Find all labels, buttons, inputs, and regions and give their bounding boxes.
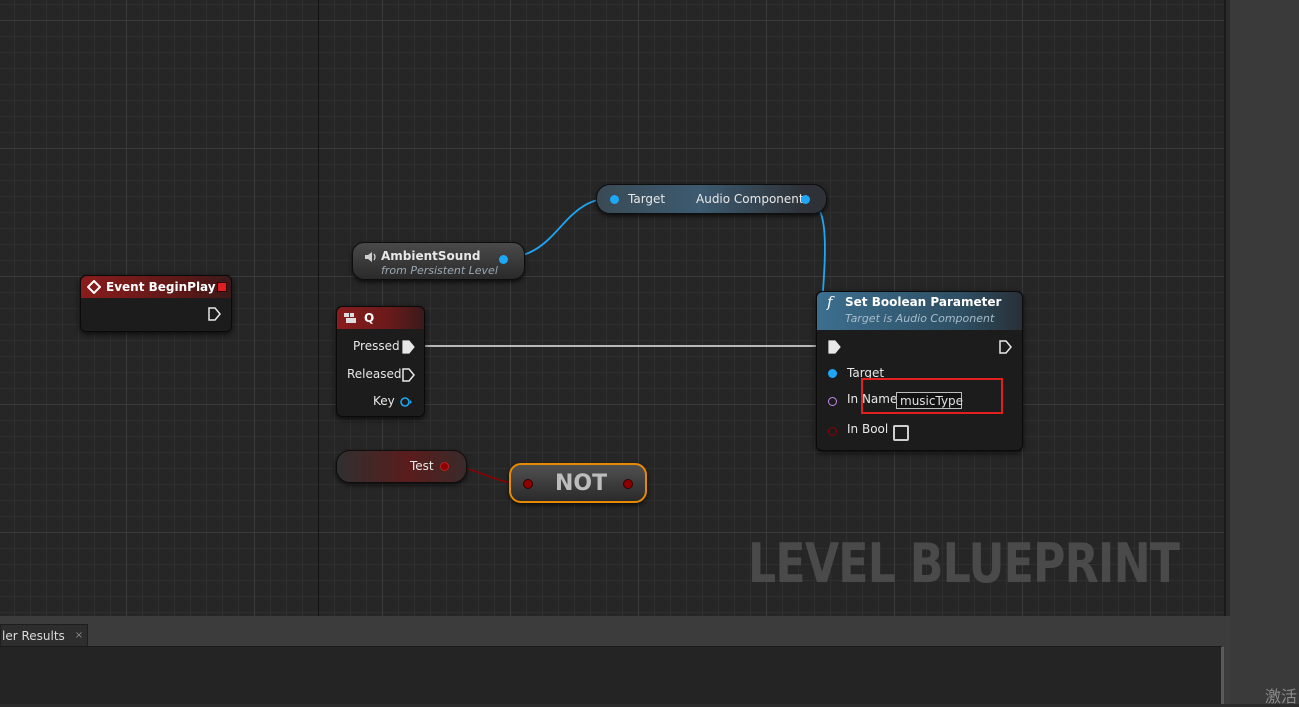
key-label: Key bbox=[373, 394, 395, 408]
test-variable-node[interactable]: Test bbox=[336, 450, 467, 483]
set-bool-subtitle: Target is Audio Component bbox=[845, 312, 995, 325]
not-label: NOT bbox=[555, 471, 608, 496]
exec-out-pin[interactable] bbox=[207, 307, 221, 321]
test-out-pin[interactable] bbox=[440, 462, 449, 471]
set-bool-header: f Set Boolean Parameter Target is Audio … bbox=[817, 292, 1022, 330]
in-bool-label: In Bool bbox=[847, 422, 889, 436]
key-struct-pin[interactable] bbox=[399, 396, 413, 408]
event-begin-play-node[interactable]: Event BeginPlay bbox=[80, 275, 232, 332]
in-bool-checkbox[interactable] bbox=[893, 425, 909, 441]
tab-close-icon[interactable]: × bbox=[75, 630, 83, 641]
blueprint-graph-canvas[interactable]: LEVEL BLUEPRINT Event BeginPlay Target A… bbox=[0, 0, 1225, 616]
in-bool-pin[interactable] bbox=[828, 427, 837, 436]
speaker-icon bbox=[365, 252, 376, 262]
released-label: Released bbox=[347, 367, 402, 381]
compiler-results-tab[interactable]: ler Results × bbox=[0, 624, 88, 646]
details-panel bbox=[1230, 0, 1299, 704]
graph-border bbox=[1224, 0, 1226, 616]
compiler-results-body bbox=[0, 646, 1224, 704]
key-q-event-node[interactable]: Q Pressed Released Key bbox=[336, 306, 425, 417]
function-icon: f bbox=[827, 293, 833, 311]
ambient-sound-out-pin[interactable] bbox=[499, 255, 508, 264]
not-in-pin[interactable] bbox=[523, 479, 533, 489]
test-label: Test bbox=[410, 459, 434, 473]
not-out-pin[interactable] bbox=[623, 479, 633, 489]
set-bool-title: Set Boolean Parameter bbox=[845, 295, 1002, 309]
target-in-pin[interactable] bbox=[610, 195, 619, 204]
ambient-sound-subtitle: from Persistent Level bbox=[381, 264, 498, 277]
keyboard-icon bbox=[344, 313, 356, 323]
key-q-title: Q bbox=[364, 311, 375, 325]
audio-component-getter-node[interactable]: Target Audio Component bbox=[596, 184, 827, 214]
pressed-exec-pin[interactable] bbox=[401, 340, 415, 354]
in-name-pin[interactable] bbox=[828, 397, 837, 406]
not-node[interactable]: NOT bbox=[509, 463, 647, 503]
event-title: Event BeginPlay bbox=[106, 280, 216, 294]
exec-in-pin[interactable] bbox=[827, 340, 841, 354]
activation-watermark-text: 激活 bbox=[1265, 687, 1298, 706]
target-label: Target bbox=[628, 192, 666, 206]
set-boolean-parameter-node[interactable]: f Set Boolean Parameter Target is Audio … bbox=[816, 291, 1023, 451]
event-diamond-icon bbox=[87, 280, 101, 294]
target-pin[interactable] bbox=[828, 369, 837, 378]
audio-component-out-pin[interactable] bbox=[801, 195, 810, 204]
audio-component-label: Audio Component bbox=[696, 192, 804, 206]
released-exec-pin[interactable] bbox=[401, 368, 415, 382]
delegate-pin[interactable] bbox=[217, 282, 227, 292]
compiler-results-tab-label: ler Results bbox=[2, 628, 65, 643]
ambient-sound-title: AmbientSound bbox=[381, 249, 481, 263]
ambient-sound-node[interactable]: AmbientSound from Persistent Level bbox=[352, 242, 525, 280]
highlight-box bbox=[861, 378, 1003, 414]
exec-out-pin[interactable] bbox=[998, 340, 1012, 354]
pressed-label: Pressed bbox=[353, 339, 400, 353]
